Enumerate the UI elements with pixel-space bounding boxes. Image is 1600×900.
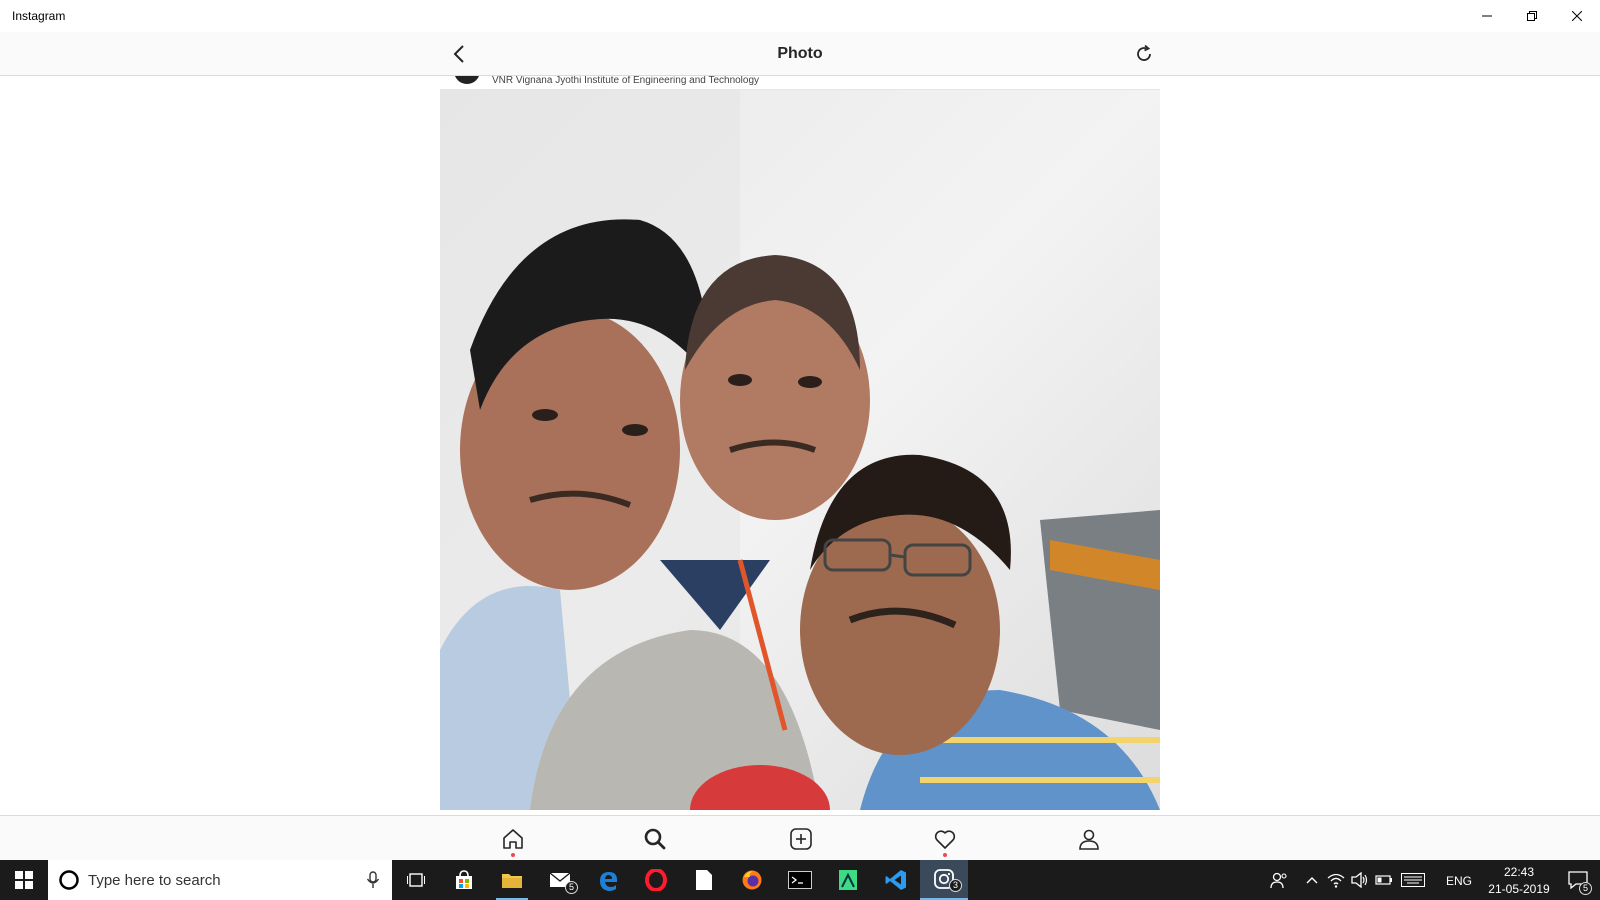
taskbar-search-box[interactable]: Type here to search	[48, 860, 392, 900]
home-icon	[503, 829, 523, 849]
refresh-icon	[1137, 44, 1151, 61]
post-location[interactable]: VNR Vignana Jyothi Institute of Engineer…	[492, 76, 759, 86]
store-app[interactable]	[440, 860, 488, 900]
close-button[interactable]	[1554, 0, 1600, 32]
home-notification-dot	[511, 853, 515, 857]
edge-browser-app[interactable]	[584, 860, 632, 900]
window-title: Instagram	[12, 9, 66, 23]
store-icon	[456, 870, 472, 889]
microphone-icon	[366, 871, 380, 888]
network-button[interactable]	[1324, 860, 1348, 900]
input-language[interactable]: ENG	[1446, 874, 1472, 888]
search-placeholder: Type here to search	[88, 872, 221, 889]
search-icon	[644, 828, 666, 850]
add-post-icon	[790, 828, 812, 850]
bottom-navigation	[0, 815, 1600, 860]
refresh-button[interactable]	[1130, 40, 1158, 68]
android-studio-app[interactable]	[824, 860, 872, 900]
task-view-icon	[407, 873, 425, 887]
speaker-icon	[1351, 872, 1368, 888]
touch-keyboard-button[interactable]	[1396, 860, 1430, 900]
post-photo[interactable]	[440, 90, 1160, 810]
people-icon	[1270, 872, 1287, 889]
nav-home-button[interactable]	[496, 822, 530, 857]
avatar[interactable]	[454, 76, 480, 84]
firefox-icon	[742, 870, 762, 890]
minimize-button[interactable]	[1464, 0, 1510, 32]
mail-badge: 5	[565, 881, 578, 894]
start-button[interactable]	[0, 860, 48, 900]
activity-notification-dot	[943, 853, 947, 857]
show-hidden-icons-button[interactable]	[1300, 860, 1324, 900]
page-title: Photo	[777, 45, 823, 62]
edge-icon	[600, 872, 617, 891]
nav-new-post-button[interactable]	[784, 822, 818, 856]
post-header: VNR Vignana Jyothi Institute of Engineer…	[440, 76, 1160, 90]
vscode-app[interactable]	[872, 860, 920, 900]
windows-logo-icon	[15, 871, 33, 889]
battery-icon	[1375, 875, 1392, 885]
cortana-icon	[59, 870, 79, 890]
instagram-app[interactable]: 3	[920, 860, 968, 900]
keyboard-icon	[1401, 873, 1425, 887]
instagram-badge: 3	[949, 879, 962, 892]
command-prompt-app[interactable]	[776, 860, 824, 900]
window-titlebar[interactable]: Instagram	[0, 0, 1600, 32]
close-icon	[1572, 11, 1582, 21]
opera-browser-app[interactable]	[632, 860, 680, 900]
selfie-image	[440, 90, 1160, 810]
notification-count-badge: 5	[1579, 882, 1592, 895]
volume-button[interactable]	[1348, 860, 1372, 900]
document-icon	[696, 870, 712, 890]
clock-date[interactable]: 21-05-2019	[1478, 882, 1560, 896]
windows-taskbar: Type here to search 5 3 ENG 22:43 21-05-…	[0, 860, 1600, 900]
nav-profile-button[interactable]	[1072, 822, 1106, 856]
instagram-window: Instagram Photo VNR Vignana Jyothi Insti…	[0, 0, 1600, 860]
activity-heart-icon	[934, 830, 956, 849]
opera-icon	[645, 869, 667, 891]
people-button[interactable]	[1264, 860, 1294, 900]
app-header: Photo	[0, 32, 1600, 76]
wifi-icon	[1327, 873, 1345, 888]
vscode-icon	[885, 870, 906, 890]
task-view-button[interactable]	[392, 860, 440, 900]
minimize-icon	[1482, 15, 1492, 17]
restore-button[interactable]	[1509, 0, 1555, 32]
mail-app[interactable]: 5	[536, 860, 584, 900]
folder-icon	[502, 874, 522, 888]
action-center-button[interactable]: 5	[1556, 860, 1600, 900]
terminal-icon	[788, 871, 812, 889]
nav-search-button[interactable]	[638, 822, 672, 856]
restore-icon	[1527, 11, 1537, 21]
nav-activity-button[interactable]	[928, 822, 962, 857]
profile-icon	[1079, 829, 1099, 850]
file-explorer-app[interactable]	[488, 860, 536, 900]
notepad-app[interactable]	[680, 860, 728, 900]
battery-button[interactable]	[1372, 860, 1396, 900]
chevron-up-icon	[1306, 877, 1318, 884]
firefox-app[interactable]	[728, 860, 776, 900]
android-studio-icon	[839, 870, 857, 890]
clock-time[interactable]: 22:43	[1494, 865, 1544, 879]
